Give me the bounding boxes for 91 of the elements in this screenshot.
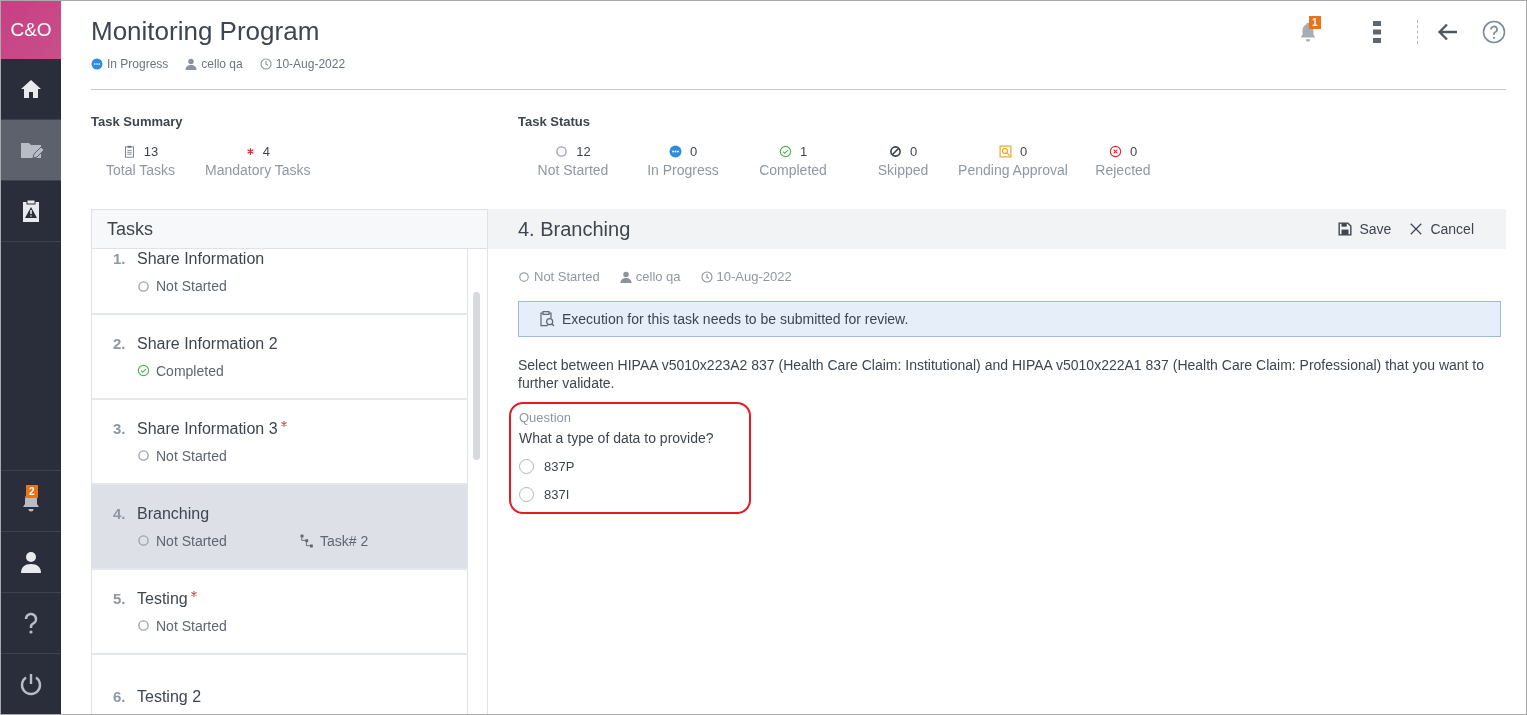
help-icon[interactable] — [1482, 20, 1506, 44]
task-item[interactable]: 2. Share Information 2 Completed — [92, 315, 468, 400]
task-name: Testing — [137, 589, 188, 608]
panel-title: Tasks — [92, 210, 487, 249]
task-number: 3. — [113, 419, 127, 437]
branch-icon — [300, 533, 314, 548]
stat-label: Total Tasks — [106, 162, 175, 178]
stat-count: 1 — [799, 144, 808, 159]
scrollbar-thumb[interactable] — [473, 292, 480, 460]
task-number: 1. — [113, 250, 127, 267]
clock-icon — [259, 58, 272, 70]
stat-count: 0 — [1019, 144, 1028, 159]
stat-label: Pending Approval — [958, 162, 1068, 178]
section-title: Task Summary — [91, 114, 184, 129]
stat-label: Not Started — [537, 162, 609, 178]
radio-button[interactable] — [519, 487, 534, 502]
blocked-icon — [888, 145, 902, 158]
status-text: Not Started — [156, 278, 227, 294]
task-item[interactable]: 1. Share Information Not Started — [92, 249, 468, 315]
status-text: Not Started — [156, 447, 227, 464]
in-progress-icon — [668, 145, 682, 158]
task-number: 2. — [113, 334, 127, 352]
task-name: Testing 2 — [137, 687, 202, 706]
stat-label: Completed — [759, 162, 827, 178]
task-title: 4. Branching — [518, 217, 631, 241]
cancel-button[interactable]: Cancel — [1407, 219, 1476, 239]
stat-count: 0 — [689, 144, 698, 159]
task-name: Share Information — [137, 250, 265, 268]
stat-label: In Progress — [647, 162, 719, 178]
save-button[interactable]: Save — [1336, 219, 1394, 239]
in-progress-icon — [91, 58, 103, 70]
task-number: 6. — [113, 687, 127, 705]
user-name: cello qa — [201, 57, 243, 71]
stat-count: 13 — [143, 144, 159, 159]
section-title: Task Status — [518, 114, 591, 129]
magnifier-icon — [998, 145, 1012, 158]
status-text: Completed — [156, 362, 224, 379]
task-number: 5. — [113, 589, 127, 607]
stat-count: 0 — [1129, 144, 1138, 159]
circle-icon — [137, 534, 150, 547]
user-name: cello qa — [635, 269, 681, 284]
description-text: Select between HIPAA v5010x223A2 837 (Health Care Claim: Institutional) and HIPAA v5010x222A1 837 (Health Care Claim: Professional) that you want to further validate. — [518, 356, 1485, 392]
circle-icon — [555, 145, 569, 158]
check-circle-icon — [137, 364, 150, 377]
status-text: Not Started — [156, 617, 227, 634]
status-text: In Progress — [107, 57, 169, 71]
info-text: Execution for this task needs to be submitted for review. — [562, 311, 909, 327]
date-text: 10-Aug-2022 — [716, 269, 792, 284]
circle-icon — [137, 619, 150, 632]
task-item[interactable]: 6. Testing 2 — [92, 655, 468, 714]
stat-count: 0 — [909, 144, 918, 159]
question-text: What a type of data to provide? — [519, 430, 715, 446]
stat-count: 12 — [576, 144, 591, 159]
task-item[interactable]: 4. Branching Not Started Task# 2 — [92, 485, 468, 570]
status-text: Not Started — [534, 269, 600, 284]
home-icon — [19, 77, 43, 101]
stat-label: Mandatory Tasks — [205, 162, 311, 178]
branch-link[interactable]: Task# 2 — [320, 532, 369, 549]
option-label[interactable]: 837P — [544, 459, 575, 474]
page-title: Monitoring Program — [91, 16, 321, 47]
stat-label: Skipped — [877, 162, 929, 178]
close-icon — [1409, 222, 1424, 236]
clipboard-search-icon — [539, 311, 555, 327]
app-logo[interactable]: C&O — [1, 1, 61, 59]
x-circle-icon — [1108, 145, 1122, 158]
question-caption: Question — [519, 410, 573, 425]
clipboard-icon — [122, 145, 136, 158]
user-icon — [19, 550, 43, 574]
option-label[interactable]: 837I — [544, 487, 570, 502]
circle-icon — [518, 270, 530, 283]
asterisk-icon — [245, 147, 255, 156]
power-icon — [19, 672, 43, 696]
user-icon — [185, 58, 198, 70]
notification-badge: 2 — [26, 485, 38, 498]
task-item[interactable]: 5. Testing Not Started — [92, 570, 468, 655]
more-menu-icon[interactable] — [1373, 20, 1381, 44]
notification-badge: 1 — [1309, 16, 1321, 29]
task-number: 4. — [113, 504, 127, 522]
clock-icon — [700, 270, 713, 283]
task-name: Share Information 2 — [137, 334, 278, 353]
date-text: 10-Aug-2022 — [275, 57, 346, 71]
check-circle-icon — [778, 145, 792, 158]
stat-label: Rejected — [1095, 162, 1151, 178]
status-text: Not Started — [156, 532, 227, 549]
radio-button[interactable] — [519, 459, 534, 474]
user-icon — [619, 270, 632, 283]
task-name: Branching — [137, 504, 210, 523]
task-name: Share Information 3 — [137, 419, 278, 438]
stat-count: 4 — [262, 144, 270, 159]
circle-icon — [137, 449, 150, 462]
circle-icon — [137, 279, 150, 293]
